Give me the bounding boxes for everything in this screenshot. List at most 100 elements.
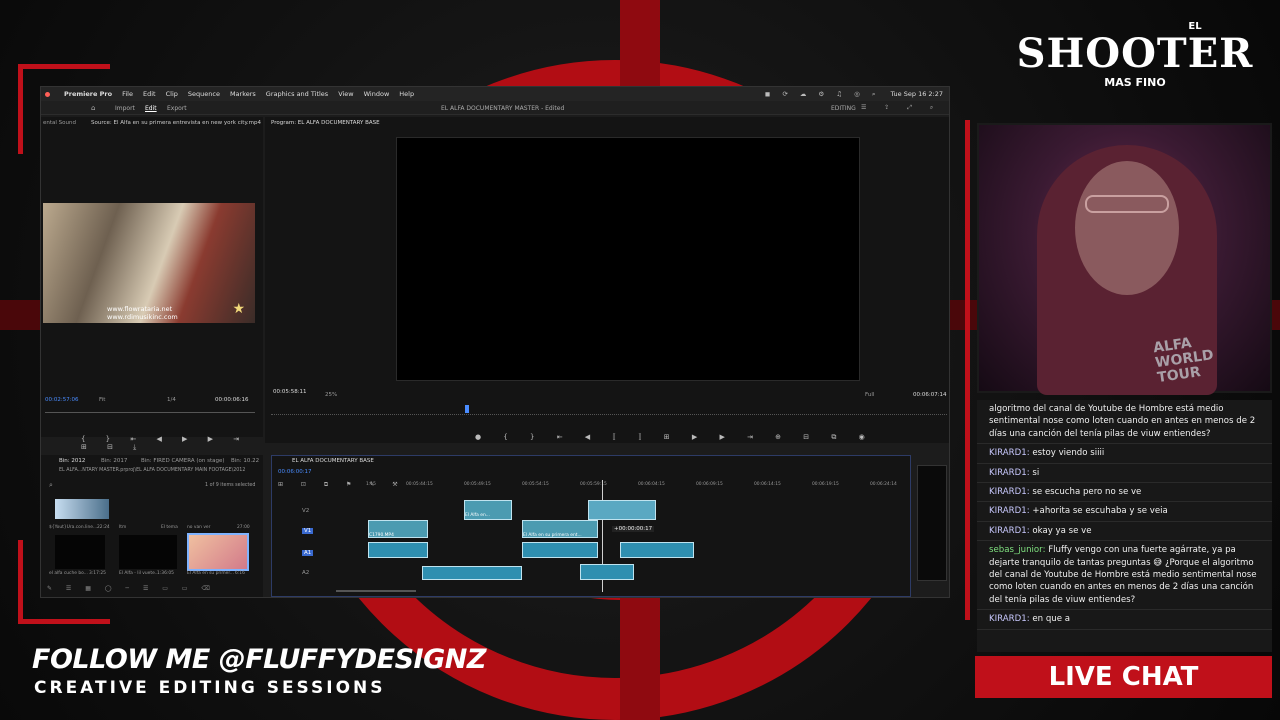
timeline-clip-v2a[interactable]: El Alfa en... bbox=[464, 500, 512, 520]
project-path: EL ALFA...NTARY MASTER.prproj\EL ALFA DO… bbox=[59, 468, 246, 473]
ruler-tick-9: 00:06:24:14 bbox=[870, 482, 897, 487]
chat-text: en que a bbox=[1032, 614, 1071, 625]
thumb-0-label: ${Yout}Ura.con.line... bbox=[49, 525, 98, 530]
menu-window[interactable]: Window bbox=[364, 90, 390, 98]
program-quality-select[interactable]: Full bbox=[865, 392, 874, 398]
tagline-overlay: CREATIVE EDITING SESSIONS bbox=[34, 678, 386, 698]
timeline-panel[interactable]: EL ALFA DOCUMENTARY BASE 00:06:00:17 ⊞ ⊡… bbox=[271, 455, 911, 597]
timeline-clip-v1b[interactable]: El Alfa en su primera ent... bbox=[522, 520, 598, 538]
thumb-6-label: El Alfa en su primer... bbox=[187, 571, 234, 576]
timeline-timecode[interactable]: 00:06:00:17 bbox=[278, 469, 312, 475]
timeline-clip-a1b[interactable] bbox=[522, 542, 598, 558]
source-monitor[interactable]: ental Sound Source: El Alfa en su primer… bbox=[41, 117, 263, 451]
source-scrub-bar[interactable] bbox=[45, 409, 255, 413]
program-transport-controls[interactable]: ● { } ⇤ ◀ ⟦ ⟧ ⊞ ▶ ▶ ⇥ ⊕ ⊟ ⧉ ◉ bbox=[475, 433, 875, 442]
source-transport-controls[interactable]: { } ⇤ ◀ ▶ ▶ ⇥ ⊞ ⊟ ⤓ bbox=[81, 435, 263, 452]
live-chat-banner: LIVE CHAT bbox=[975, 656, 1272, 698]
thumb-0[interactable] bbox=[55, 499, 109, 519]
thumb-5[interactable] bbox=[119, 535, 177, 569]
track-label-a1[interactable]: A1 bbox=[302, 550, 314, 556]
chat-user: KIRARD1: bbox=[989, 487, 1030, 498]
menu-app[interactable]: Premiere Pro bbox=[64, 90, 112, 98]
source-res-select[interactable]: 1/4 bbox=[167, 397, 176, 403]
ruler-tick-5: 00:06:04:15 bbox=[638, 482, 665, 487]
thumb-2-label: El tema bbox=[161, 525, 178, 530]
thumb-3-dur: 27:00 bbox=[237, 525, 250, 530]
chat-text: okay ya se ve bbox=[1032, 525, 1092, 536]
tab-edit[interactable]: Edit bbox=[145, 105, 157, 112]
tab-import[interactable]: Import bbox=[115, 105, 135, 112]
star-logo-icon: ★ bbox=[232, 301, 245, 317]
menu-clip[interactable]: Clip bbox=[166, 90, 178, 98]
program-video-frame bbox=[396, 137, 860, 381]
panel-label-sound[interactable]: ental Sound bbox=[43, 120, 76, 126]
program-zoom-select[interactable]: 25% bbox=[325, 392, 337, 398]
audio-meter bbox=[917, 465, 947, 581]
thumb-0-dur: 22:24 bbox=[97, 525, 110, 530]
clip-name-v2a: El Alfa en... bbox=[465, 513, 490, 518]
bin-tab-2012[interactable]: Bin: 2012 bbox=[59, 458, 85, 464]
menu-sequence[interactable]: Sequence bbox=[188, 90, 220, 98]
menu-graphics[interactable]: Graphics and Titles bbox=[266, 90, 328, 98]
chat-text: se escucha pero no se ve bbox=[1032, 487, 1142, 498]
search-icon[interactable]: ⌕ bbox=[49, 481, 53, 490]
source-fit-select[interactable]: Fit bbox=[99, 397, 105, 403]
tab-export[interactable]: Export bbox=[167, 105, 187, 112]
thumb-5-label: El Alfa - lil vuete... bbox=[119, 571, 159, 576]
chat-user: KIRARD1: bbox=[989, 525, 1030, 536]
timeline-label[interactable]: EL ALFA DOCUMENTARY BASE bbox=[292, 458, 374, 464]
chat-text: estoy viendo siiii bbox=[1032, 448, 1105, 459]
ruler-tick-6: 00:06:09:15 bbox=[696, 482, 723, 487]
program-label[interactable]: Program: EL ALFA DOCUMENTARY BASE bbox=[271, 120, 380, 126]
bin-tab-fired[interactable]: Bin: FIRED CAMERA (on stage) bbox=[141, 458, 225, 464]
stream-layout: EL SHOOTER MAS FINO Premiere Pro File Ed… bbox=[0, 0, 1280, 720]
live-chat-feed: algoritmo del canal de Youtube de Hombre… bbox=[977, 400, 1272, 652]
drag-readout: +00:00:00:17 bbox=[612, 526, 655, 532]
chat-text: algoritmo del canal de Youtube de Hombre… bbox=[989, 404, 1256, 439]
timeline-clip-v1a[interactable]: C1790.MP4 bbox=[368, 520, 428, 538]
project-footer-icons[interactable]: ✎ ☰ ▦ ◯ ─ ☰ ▭ ▭ ⌫ bbox=[47, 585, 216, 592]
timeline-clip-a2b[interactable] bbox=[580, 564, 634, 580]
premiere-window[interactable]: Premiere Pro File Edit Clip Sequence Mar… bbox=[40, 86, 950, 598]
program-monitor[interactable]: Program: EL ALFA DOCUMENTARY BASE 00:05:… bbox=[265, 117, 949, 443]
thumb-4[interactable] bbox=[55, 535, 105, 569]
source-timecode[interactable]: 00:02:57:06 bbox=[45, 397, 79, 403]
source-duration: 00:00:06:16 bbox=[215, 397, 249, 403]
chat-text: si bbox=[1032, 467, 1040, 478]
chat-message: KIRARD1: si bbox=[977, 464, 1272, 484]
timeline-clip-v2b[interactable] bbox=[588, 500, 656, 520]
track-label-v1[interactable]: V1 bbox=[302, 528, 314, 534]
premiere-titlebar: ⌂ Import Edit Export EL ALFA DOCUMENTARY… bbox=[41, 101, 949, 115]
workspace-label[interactable]: EDITING bbox=[831, 105, 856, 112]
watermark-2: www.rdimusikinc.com bbox=[107, 313, 178, 321]
menu-help[interactable]: Help bbox=[399, 90, 414, 98]
ruler-tick-7: 00:06:14:15 bbox=[754, 482, 781, 487]
timeline-ruler[interactable]: 1:15 00:05:44:15 00:05:49:15 00:05:54:15… bbox=[366, 482, 906, 492]
chat-message: KIRARD1: estoy viendo siiii bbox=[977, 444, 1272, 464]
home-icon[interactable]: ⌂ bbox=[91, 104, 95, 112]
ruler-tick-0: 1:15 bbox=[366, 482, 376, 487]
program-playhead[interactable] bbox=[465, 405, 469, 413]
menu-edit[interactable]: Edit bbox=[143, 90, 156, 98]
thumb-6[interactable] bbox=[187, 533, 249, 571]
project-panel[interactable]: Bin: 2012 Bin: 2017 Bin: FIRED CAMERA (o… bbox=[41, 455, 263, 597]
program-timecode[interactable]: 00:05:58:11 bbox=[273, 389, 307, 395]
menu-view[interactable]: View bbox=[338, 90, 353, 98]
bin-tab-2017[interactable]: Bin: 2017 bbox=[101, 458, 127, 464]
timeline-clip-a1a[interactable] bbox=[368, 542, 428, 558]
workspace-icons: ☰ ⇪ ⤢ ⌕ bbox=[861, 104, 942, 111]
bin-tab-1022[interactable]: Bin: 10.22 bbox=[231, 458, 259, 464]
program-scrub-bar[interactable] bbox=[271, 407, 947, 415]
mac-menubar: Premiere Pro File Edit Clip Sequence Mar… bbox=[41, 87, 949, 101]
ruler-tick-1: 00:05:44:15 bbox=[406, 482, 433, 487]
ruler-tick-3: 00:05:54:15 bbox=[522, 482, 549, 487]
timeline-clip-a1c[interactable] bbox=[620, 542, 694, 558]
brand-line3: MAS FINO bbox=[1104, 76, 1166, 89]
source-label[interactable]: Source: El Alfa en su primera entrevista… bbox=[91, 120, 261, 126]
timeline-scrollbar[interactable] bbox=[336, 590, 416, 592]
menu-markers[interactable]: Markers bbox=[230, 90, 256, 98]
track-label-a2[interactable]: A2 bbox=[302, 570, 309, 576]
timeline-clip-a2a[interactable] bbox=[422, 566, 522, 580]
menu-file[interactable]: File bbox=[122, 90, 133, 98]
track-label-v2[interactable]: V2 bbox=[302, 508, 309, 514]
